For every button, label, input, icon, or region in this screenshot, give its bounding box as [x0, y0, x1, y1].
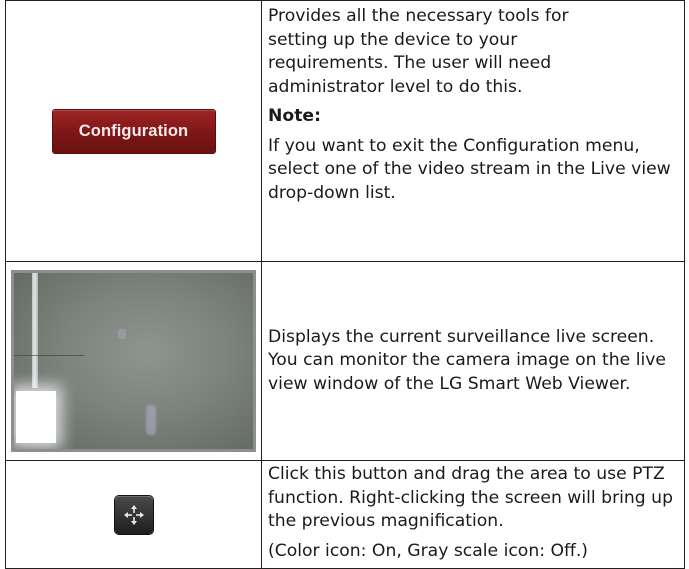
icon-cell [5, 460, 262, 569]
live-view-image [11, 270, 256, 452]
ptz-description: Click this button and drag the area to u… [268, 464, 673, 531]
icon-cell: Configuration [5, 0, 262, 262]
note-text: If you want to exit the Configuration me… [268, 135, 671, 203]
ptz-button[interactable] [114, 495, 153, 534]
configuration-button-label: Configuration [78, 121, 189, 140]
note-label: Note: [268, 106, 321, 126]
feature-table: Configuration Provides all the necessary… [5, 0, 685, 569]
ptz-extra-note: (Color icon: On, Gray scale icon: Off.) [268, 540, 589, 561]
live-view-description: Displays the current surveillance live s… [268, 326, 667, 394]
icon-cell [5, 261, 262, 461]
ptz-move-icon [123, 504, 144, 525]
table-row: Click this button and drag the area to u… [5, 460, 685, 569]
configuration-description: Provides all the necessary tools for set… [268, 6, 569, 97]
description-cell: Click this button and drag the area to u… [261, 460, 685, 569]
description-cell: Provides all the necessary tools for set… [261, 0, 685, 262]
table-row: Displays the current surveillance live s… [5, 261, 685, 461]
table-row: Configuration Provides all the necessary… [5, 0, 685, 262]
configuration-button[interactable]: Configuration [52, 109, 215, 153]
description-cell: Displays the current surveillance live s… [261, 261, 685, 461]
